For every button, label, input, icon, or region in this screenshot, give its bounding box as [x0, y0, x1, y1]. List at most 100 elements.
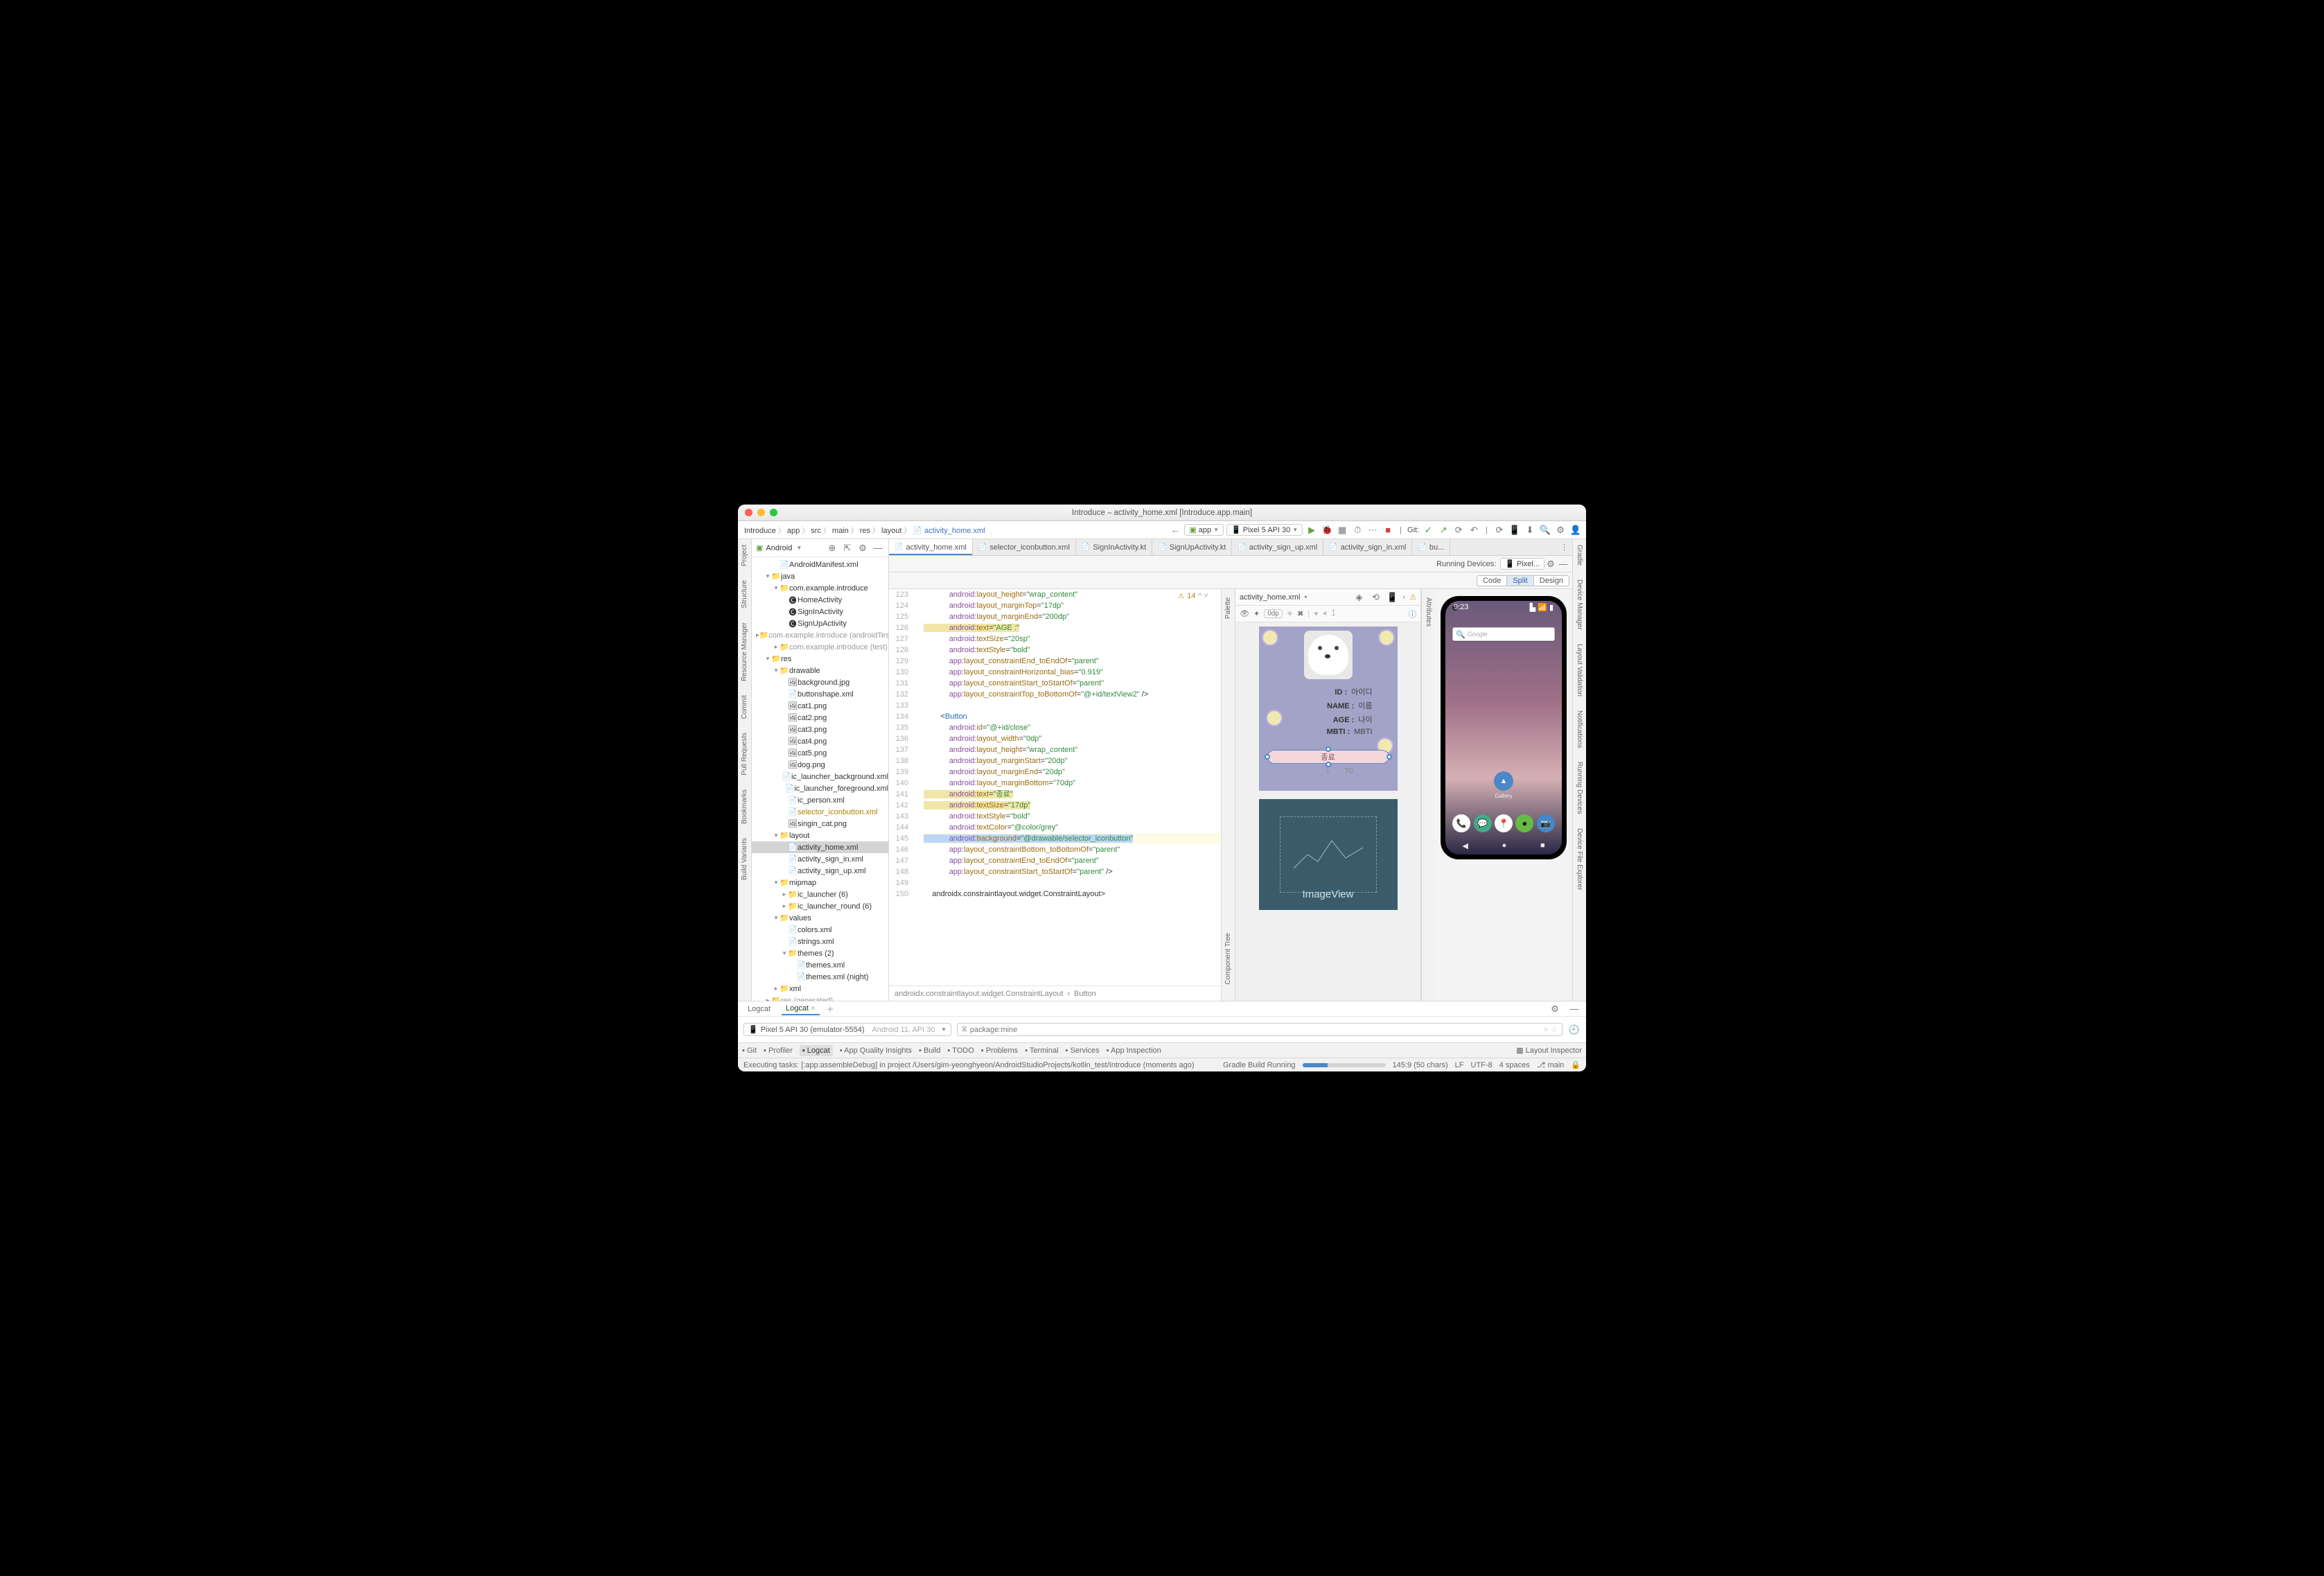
logcat-tab-1[interactable]: Logcat: [743, 1004, 775, 1015]
tree-item[interactable]: 📄AndroidManifest.xml: [752, 559, 888, 570]
logcat-settings-icon[interactable]: ⚙: [1549, 1003, 1561, 1015]
editor-tab[interactable]: 📄selector_iconbutton.xml: [973, 539, 1076, 555]
toolwindow-bookmarks[interactable]: Bookmarks: [741, 787, 748, 827]
logcat-device-selector[interactable]: 📱Pixel 5 API 30 (emulator-5554) Android …: [743, 1023, 951, 1036]
toolwindow-build-variants[interactable]: Build Variants: [741, 835, 748, 883]
editor-tab[interactable]: 📄bu...: [1412, 539, 1450, 555]
tree-item[interactable]: 📄themes.xml (night): [752, 971, 888, 983]
palette-tab[interactable]: Palette: [1224, 595, 1232, 622]
logcat-tab-2[interactable]: Logcat ×: [782, 1003, 820, 1015]
hide-icon[interactable]: —: [1557, 558, 1569, 570]
phone-icon[interactable]: 📱: [1386, 591, 1398, 604]
tree-item[interactable]: ▸📁ic_launcher_round (6): [752, 900, 888, 912]
toolwindow-device-file-explorer[interactable]: Device File Explorer: [1576, 825, 1583, 893]
phone-app-icon[interactable]: 📞: [1452, 814, 1470, 832]
sync-icon[interactable]: ⟳: [1493, 524, 1506, 536]
nav-home-icon[interactable]: ●: [1502, 841, 1507, 850]
encoding[interactable]: UTF-8: [1471, 1061, 1493, 1069]
tree-item[interactable]: ▾📁layout: [752, 830, 888, 841]
logcat-hide-icon[interactable]: —: [1568, 1003, 1581, 1015]
tree-item[interactable]: ▾📁com.example.introduce: [752, 582, 888, 594]
line-separator[interactable]: LF: [1455, 1061, 1464, 1069]
run-config-selector[interactable]: ▣app▼: [1184, 524, 1224, 536]
tree-item[interactable]: 🖼cat3.png: [752, 724, 888, 735]
user-icon[interactable]: 👤: [1569, 524, 1582, 536]
project-mode[interactable]: Android: [766, 544, 792, 552]
guideline-icon[interactable]: ⫞: [1323, 609, 1327, 618]
toolwindow-structure[interactable]: Structure: [741, 577, 748, 611]
warnings-badge[interactable]: ⚠ 14 ^ ˅: [1178, 592, 1208, 600]
crumb-app[interactable]: app: [785, 527, 802, 535]
dp-selector[interactable]: 0dp: [1264, 609, 1283, 618]
crumb-res[interactable]: res: [858, 527, 872, 535]
toolwindow-running-devices[interactable]: Running Devices: [1576, 759, 1583, 817]
running-device-selector[interactable]: 📱Pixel...: [1500, 558, 1544, 570]
toolwindow-commit[interactable]: Commit: [741, 692, 748, 721]
magic-icon[interactable]: ✧: [1287, 609, 1293, 618]
bottom-tab-logcat[interactable]: ▪ Logcat: [800, 1045, 833, 1056]
crumb-layout[interactable]: layout: [879, 527, 904, 535]
toolwindow-gradle[interactable]: Gradle: [1576, 542, 1583, 568]
toolwindow-pull-requests[interactable]: Pull Requests: [741, 730, 748, 778]
run-icon[interactable]: ▶: [1305, 524, 1318, 536]
gallery-app-icon[interactable]: ▲: [1494, 771, 1513, 791]
imageview-placeholder[interactable]: ImageView: [1259, 799, 1398, 910]
view-design[interactable]: Design: [1534, 576, 1569, 586]
toolwindow-layout-validation[interactable]: Layout Validation: [1576, 641, 1583, 699]
tree-item[interactable]: 🖼cat4.png: [752, 735, 888, 747]
tree-item[interactable]: 🖼singin_cat.png: [752, 818, 888, 830]
editor-tab[interactable]: 📄activity_home.xml: [889, 539, 973, 555]
component-tree-tab[interactable]: Component Tree: [1224, 930, 1232, 988]
logcat-history-icon[interactable]: 🕘: [1568, 1024, 1581, 1036]
toolwindow-project[interactable]: Project: [741, 542, 748, 569]
tree-item[interactable]: 📄activity_sign_up.xml: [752, 865, 888, 877]
tree-item[interactable]: 📄buttonshape.xml: [752, 688, 888, 700]
editor-tab[interactable]: 📄activity_sign_up.xml: [1232, 539, 1323, 555]
tree-item[interactable]: ▾📁mipmap: [752, 877, 888, 888]
tree-item[interactable]: 📄strings.xml: [752, 936, 888, 947]
logcat-filter[interactable]: ⧖package:mine×☆: [957, 1023, 1562, 1036]
avd-icon[interactable]: 📱: [1508, 524, 1521, 536]
lock-icon[interactable]: 🔒: [1571, 1060, 1581, 1069]
tree-item[interactable]: 🅒SignInActivity: [752, 606, 888, 618]
editor-tab[interactable]: 📄activity_sign_in.xml: [1323, 539, 1412, 555]
tree-item[interactable]: 🅒HomeActivity: [752, 594, 888, 606]
bottom-tab-build[interactable]: ▪ Build: [919, 1047, 940, 1055]
crumb-Introduce[interactable]: Introduce: [742, 527, 778, 535]
cursor-position[interactable]: 145:9 (50 chars): [1393, 1061, 1448, 1069]
tree-item[interactable]: 📄ic_person.xml: [752, 794, 888, 806]
bottom-tab-todo[interactable]: ▪ TODO: [947, 1047, 974, 1055]
tree-item[interactable]: 📄ic_launcher_background.xml: [752, 771, 888, 782]
baseline-icon[interactable]: 𝙸: [1330, 609, 1336, 618]
git-push-icon[interactable]: ↗: [1437, 524, 1450, 536]
layout-inspector-tab[interactable]: ▦ Layout Inspector: [1516, 1046, 1582, 1055]
toolwindow-resource-manager[interactable]: Resource Manager: [741, 620, 748, 684]
git-branch[interactable]: ⎇ main: [1537, 1060, 1565, 1069]
tree-item[interactable]: ▸📁com.example.introduce (androidTest): [752, 629, 888, 641]
bottom-tab-terminal[interactable]: ▪ Terminal: [1025, 1047, 1058, 1055]
tree-item[interactable]: 🅒SignUpActivity: [752, 618, 888, 629]
view-split[interactable]: Split: [1507, 576, 1533, 586]
wand-icon[interactable]: ✦: [1253, 609, 1260, 618]
design-filename[interactable]: activity_home.xml: [1240, 593, 1300, 602]
design-preview[interactable]: ID :아이디 NAME :이름 AGE :나이 MBTI :MBTI 종료: [1259, 627, 1398, 791]
clear-icon[interactable]: ✖: [1297, 609, 1303, 618]
hide-icon[interactable]: —: [872, 542, 884, 554]
tree-item[interactable]: 📄themes.xml: [752, 959, 888, 971]
tree-item[interactable]: 🖼cat5.png: [752, 747, 888, 759]
tree-item[interactable]: ▸📁ic_launcher (6): [752, 888, 888, 900]
bottom-tab-git[interactable]: ▪ Git: [742, 1047, 757, 1055]
tree-item[interactable]: 🖼background.jpg: [752, 676, 888, 688]
profiler-icon[interactable]: ⏱: [1351, 524, 1364, 536]
align-icon[interactable]: ⫟: [1314, 609, 1319, 618]
git-update-icon[interactable]: ✓: [1422, 524, 1434, 536]
editor-tab[interactable]: 📄SignInActivity.kt: [1076, 539, 1152, 555]
nav-back-icon[interactable]: ◀: [1462, 841, 1468, 850]
git-history-icon[interactable]: ⟳: [1452, 524, 1465, 536]
attach-icon[interactable]: ⋯: [1366, 524, 1379, 536]
tree-item[interactable]: 📄activity_sign_in.xml: [752, 853, 888, 865]
view-code[interactable]: Code: [1477, 576, 1507, 586]
settings-icon[interactable]: ⚙: [1544, 558, 1557, 570]
git-revert-icon[interactable]: ↶: [1468, 524, 1480, 536]
android-app-icon[interactable]: ●: [1515, 814, 1533, 832]
